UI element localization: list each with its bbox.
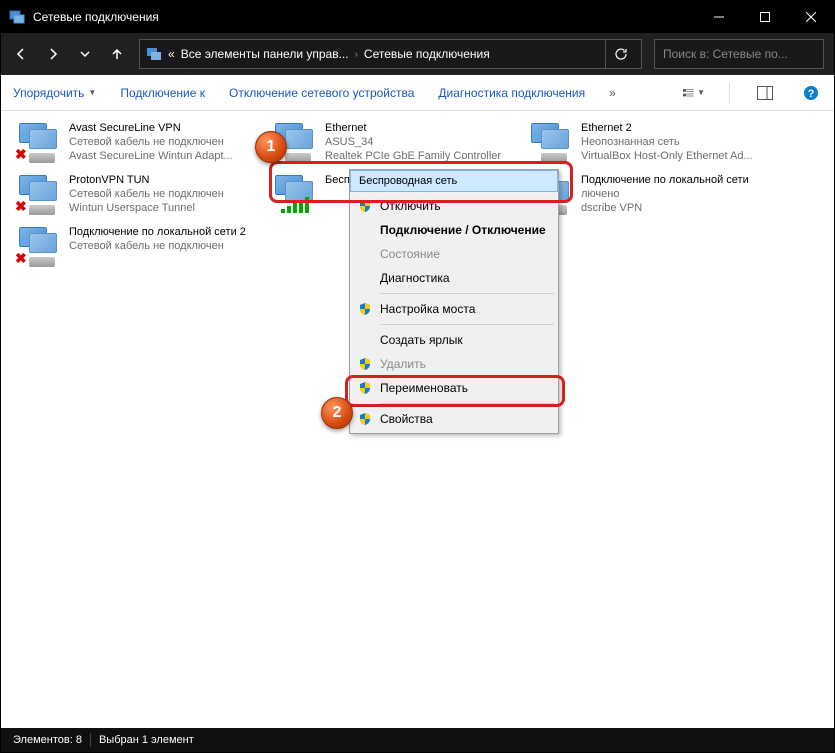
- connection-item[interactable]: EthernetASUS_34Realtek PCIe GbE Family C…: [269, 119, 525, 171]
- connection-item[interactable]: ✖ Подключение по локальной сети 2Сетевой …: [13, 223, 269, 275]
- connection-item[interactable]: ✖ ProtonVPN TUNСетевой кабель не подключе…: [13, 171, 269, 223]
- breadcrumb[interactable]: « Все элементы панели управ... › Сетевые…: [139, 39, 642, 69]
- context-menu-item-label: Свойства: [380, 412, 433, 426]
- context-menu-separator: [380, 324, 554, 325]
- connection-status: Сетевой кабель не подключен: [69, 135, 233, 149]
- disable-label: Отключение сетевого устройства: [229, 86, 414, 100]
- network-adapter-icon: ✖: [15, 173, 63, 217]
- network-adapter-icon: ✖: [15, 225, 63, 269]
- connection-item[interactable]: ✖ Avast SecureLine VPNСетевой кабель не п…: [13, 119, 269, 171]
- connection-device: Realtek PCIe GbE Family Controller: [325, 149, 501, 163]
- location-icon: [146, 46, 162, 62]
- context-menu-item[interactable]: Подключение / Отключение: [352, 218, 556, 242]
- connection-name: ProtonVPN TUN: [69, 173, 224, 187]
- annotation-badge-2: 2: [321, 397, 353, 429]
- organize-label: Упорядочить: [13, 86, 84, 100]
- context-menu-item-label: Диагностика: [380, 271, 450, 285]
- status-item-count: Элементов: 8: [13, 734, 82, 746]
- status-selected: Выбран 1 элемент: [99, 734, 194, 746]
- breadcrumb-separator: ›: [355, 49, 358, 60]
- connection-item[interactable]: Подключение по локальной сетилюченоdscri…: [525, 171, 781, 223]
- network-adapter-icon: [527, 121, 575, 165]
- connection-device: Wintun Userspace Tunnel: [69, 201, 224, 215]
- breadcrumb-seg-2[interactable]: Сетевые подключения: [364, 47, 490, 61]
- diagnose-button[interactable]: Диагностика подключения: [438, 86, 585, 100]
- navigation-bar: « Все элементы панели управ... › Сетевые…: [1, 33, 834, 75]
- context-menu-item: Состояние: [352, 242, 556, 266]
- search-input[interactable]: Поиск в: Сетевые по...: [654, 39, 824, 69]
- connection-name: Ethernet: [325, 121, 501, 135]
- refresh-button[interactable]: [605, 39, 635, 69]
- connect-label: Подключение к: [120, 86, 205, 100]
- breadcrumb-prefix: «: [168, 47, 175, 61]
- context-menu-item-label: Настройка моста: [380, 302, 475, 316]
- app-icon: [9, 9, 25, 25]
- connection-device: Avast SecureLine Wintun Adapt...: [69, 149, 233, 163]
- context-menu-item[interactable]: Переименовать: [352, 376, 556, 400]
- recent-button[interactable]: [75, 49, 95, 59]
- forward-button[interactable]: [43, 47, 63, 61]
- connect-button[interactable]: Подключение к: [120, 86, 205, 100]
- context-menu-item-label: Отключить: [380, 199, 441, 213]
- title-bar: Сетевые подключения: [1, 1, 834, 33]
- status-bar: Элементов: 8 Выбран 1 элемент: [1, 728, 834, 752]
- context-menu-item-label: Удалить: [380, 357, 426, 371]
- context-menu-item[interactable]: Диагностика: [352, 266, 556, 290]
- window-title: Сетевые подключения: [33, 10, 696, 24]
- context-menu-item-label: Состояние: [380, 247, 440, 261]
- connection-device: dscribe VPN: [581, 201, 749, 215]
- connection-status: Сетевой кабель не подключен: [69, 239, 246, 253]
- connection-status: Сетевой кабель не подключен: [69, 187, 224, 201]
- disable-device-button[interactable]: Отключение сетевого устройства: [229, 86, 414, 100]
- connection-name: Подключение по локальной сети 2: [69, 225, 246, 239]
- content-area: ✖Avast SecureLine VPNСетевой кабель не п…: [1, 111, 834, 728]
- view-options-button[interactable]: ▼: [683, 82, 705, 104]
- connection-status: ASUS_34: [325, 135, 501, 149]
- help-button[interactable]: ?: [800, 82, 822, 104]
- preview-pane-button[interactable]: [754, 82, 776, 104]
- connection-name: Ethernet 2: [581, 121, 753, 135]
- connection-item[interactable]: Ethernet 2Неопознанная сетьVirtualBox Ho…: [525, 119, 781, 171]
- network-adapter-icon: ✖: [15, 121, 63, 165]
- organize-menu[interactable]: Упорядочить▼: [13, 86, 96, 100]
- close-button[interactable]: [788, 1, 834, 33]
- context-menu-item: Удалить: [352, 352, 556, 376]
- connection-status: Неопознанная сеть: [581, 135, 753, 149]
- svg-text:?: ?: [808, 88, 815, 100]
- back-button[interactable]: [11, 47, 31, 61]
- context-menu-item[interactable]: Отключить: [352, 194, 556, 218]
- breadcrumb-seg-1[interactable]: Все элементы панели управ...: [181, 47, 349, 61]
- up-button[interactable]: [107, 47, 127, 61]
- diagnose-label: Диагностика подключения: [438, 86, 585, 100]
- context-menu-separator: [380, 293, 554, 294]
- command-bar: Упорядочить▼ Подключение к Отключение се…: [1, 75, 834, 111]
- context-menu: Беспроводная сеть Отключить Подключение /…: [349, 169, 559, 434]
- network-adapter-icon: [271, 173, 319, 217]
- context-menu-separator: [380, 403, 554, 404]
- connection-name: Подключение по локальной сети: [581, 173, 749, 187]
- annotation-badge-1: 1: [255, 131, 287, 163]
- maximize-button[interactable]: [742, 1, 788, 33]
- context-menu-item[interactable]: Настройка моста: [352, 297, 556, 321]
- connection-name: Avast SecureLine VPN: [69, 121, 233, 135]
- connection-device: VirtualBox Host-Only Ethernet Ad...: [581, 149, 753, 163]
- context-menu-item-label: Подключение / Отключение: [380, 223, 546, 237]
- context-menu-header: Беспроводная сеть: [350, 170, 558, 192]
- toolbar-overflow[interactable]: »: [609, 86, 616, 100]
- connection-status: лючено: [581, 187, 749, 201]
- minimize-button[interactable]: [696, 1, 742, 33]
- context-menu-item-label: Переименовать: [380, 381, 468, 395]
- context-menu-item[interactable]: Свойства: [352, 407, 556, 431]
- context-menu-item-label: Создать ярлык: [380, 333, 463, 347]
- context-menu-item[interactable]: Создать ярлык: [352, 328, 556, 352]
